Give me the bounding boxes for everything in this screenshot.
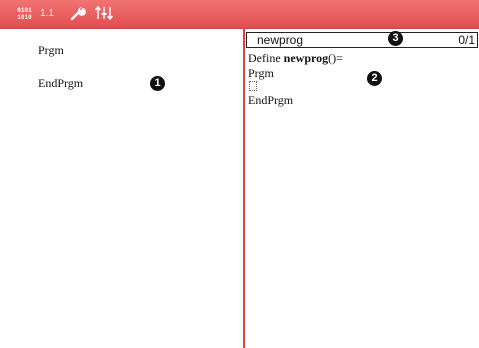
- doc-icon-top: 0101: [17, 7, 32, 14]
- define-program-name: newprog: [283, 51, 329, 65]
- editor-prgm-line: Prgm: [248, 66, 274, 80]
- wrench-icon[interactable]: [70, 5, 86, 21]
- program-editor-pane[interactable]: newprog 0/1 3 Define newprog()= 2 Prgm E…: [245, 29, 479, 348]
- endprgm-line: EndPrgm: [38, 76, 84, 90]
- input-cursor-box[interactable]: [249, 81, 257, 91]
- callout-marker-2: 2: [367, 71, 382, 86]
- editor-endprgm-line: EndPrgm: [248, 93, 294, 107]
- program-name: newprog: [257, 33, 304, 47]
- line-count: 0/1: [458, 33, 475, 47]
- document-icon[interactable]: 0101 1010: [15, 7, 34, 21]
- page-tab-label[interactable]: 1.1: [40, 8, 54, 19]
- prgm-line: Prgm: [38, 43, 64, 57]
- define-suffix: ()=: [328, 51, 343, 65]
- callout-marker-3: 3: [388, 31, 403, 46]
- program-name-bar: newprog 0/1: [246, 32, 478, 48]
- define-line[interactable]: Define newprog()=: [248, 51, 343, 66]
- doc-icon-bottom: 1010: [17, 14, 32, 21]
- sliders-icon[interactable]: [94, 5, 114, 21]
- callout-marker-1: 1: [150, 76, 165, 91]
- toolbar: 0101 1010 1.1: [0, 0, 479, 29]
- define-keyword: Define: [248, 51, 284, 65]
- left-pane[interactable]: Prgm EndPrgm 1: [0, 29, 243, 348]
